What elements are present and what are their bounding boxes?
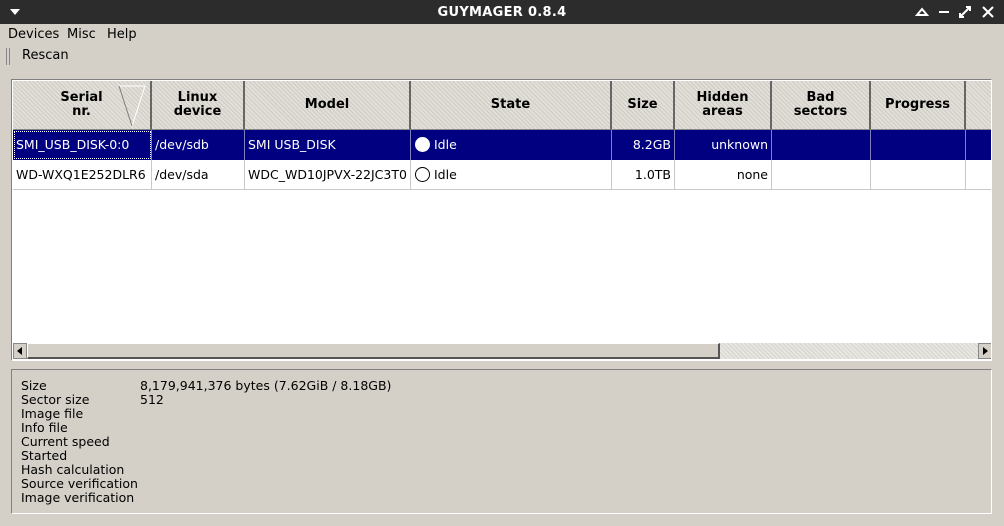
column-extra[interactable] (966, 81, 991, 130)
scrollbar-thumb[interactable] (27, 343, 720, 359)
cell-bad-sectors (772, 160, 871, 190)
info-value: 8,179,941,376 bytes (7.62GiB / 8.18GB) (140, 378, 392, 393)
sort-indicator-icon (118, 85, 146, 128)
column-label: Model (304, 97, 350, 112)
rescan-button[interactable]: Rescan (16, 46, 75, 66)
cell-extra (966, 130, 991, 160)
column-state[interactable]: State (411, 81, 612, 130)
info-label: Current speed (21, 434, 110, 449)
cell-device: /dev/sda (152, 160, 245, 190)
column-label: State (490, 97, 531, 112)
column-label: Serial nr. (60, 90, 103, 119)
state-label: Idle (434, 137, 457, 152)
cell-device: /dev/sdb (152, 130, 245, 160)
info-label: Sector size (21, 392, 90, 407)
column-linux-device[interactable]: Linux device (152, 81, 245, 130)
cell-serial: WD-WXQ1E252DLR6 (13, 160, 152, 190)
menu-misc[interactable]: Misc (67, 26, 96, 43)
table-row[interactable]: SMI_USB_DISK-0:0 /dev/sdb SMI USB_DISK I… (13, 130, 991, 160)
maximize-icon[interactable] (957, 4, 973, 20)
minimize-icon[interactable] (936, 4, 952, 20)
state-label: Idle (434, 167, 457, 182)
state-idle-icon (415, 137, 430, 152)
column-bad-sectors[interactable]: Bad sectors (772, 81, 871, 130)
info-label: Image verification (21, 490, 135, 505)
info-label: Started (21, 448, 68, 463)
cell-bad-sectors (772, 130, 871, 160)
cell-model: WDC_WD10JPVX-22JC3T0 (245, 160, 411, 190)
arrow-right-icon (983, 347, 988, 355)
cell-size: 1.0TB (612, 160, 675, 190)
info-label: Source verification (21, 476, 138, 491)
shade-icon[interactable] (914, 4, 930, 20)
column-progress[interactable]: Progress (871, 81, 966, 130)
column-label: Linux device (173, 90, 222, 119)
cell-hidden-areas: none (675, 160, 772, 190)
cell-hidden-areas: unknown (675, 130, 772, 160)
cell-extra (966, 160, 991, 190)
cell-progress (871, 160, 966, 190)
scroll-right-button[interactable] (978, 343, 991, 359)
column-size[interactable]: Size (612, 81, 675, 130)
info-label: Size (21, 378, 47, 393)
cell-size: 8.2GB (612, 130, 675, 160)
info-label: Hash calculation (21, 462, 125, 477)
column-serial[interactable]: Serial nr. (13, 81, 152, 130)
column-label: Bad sectors (793, 90, 848, 119)
cell-progress (871, 130, 966, 160)
info-label: Info file (21, 420, 68, 435)
window-title: GUYMAGER 0.8.4 (437, 5, 567, 20)
toolbar-grip[interactable] (6, 48, 10, 65)
cell-state: Idle (411, 160, 612, 190)
menu-bar: Devices Misc Help (0, 24, 1004, 44)
arrow-left-icon (17, 347, 22, 355)
info-label: Image file (21, 406, 84, 421)
column-label: Progress (885, 97, 950, 112)
cell-state: Idle (411, 130, 612, 160)
cell-serial: SMI_USB_DISK-0:0 (13, 130, 152, 160)
table-header: Serial nr. Linux device Model State Size… (13, 81, 991, 130)
toolbar: Rescan (0, 44, 1004, 69)
close-icon[interactable] (980, 4, 996, 20)
cell-model: SMI USB_DISK (245, 130, 411, 160)
column-label: Size (627, 97, 658, 112)
state-idle-icon (415, 167, 430, 182)
menu-devices[interactable]: Devices (8, 26, 59, 43)
column-label: Hidden areas (696, 90, 749, 119)
device-info-panel: Size 8,179,941,376 bytes (7.62GiB / 8.18… (11, 369, 992, 514)
horizontal-scrollbar[interactable] (13, 343, 991, 359)
device-table: Serial nr. Linux device Model State Size… (11, 79, 992, 361)
info-value: 512 (140, 392, 164, 407)
menu-help[interactable]: Help (107, 26, 137, 43)
scroll-left-button[interactable] (13, 343, 27, 359)
title-bar: GUYMAGER 0.8.4 (0, 0, 1004, 24)
column-hidden-areas[interactable]: Hidden areas (675, 81, 772, 130)
column-model[interactable]: Model (245, 81, 411, 130)
table-row[interactable]: WD-WXQ1E252DLR6 /dev/sda WDC_WD10JPVX-22… (13, 160, 991, 190)
